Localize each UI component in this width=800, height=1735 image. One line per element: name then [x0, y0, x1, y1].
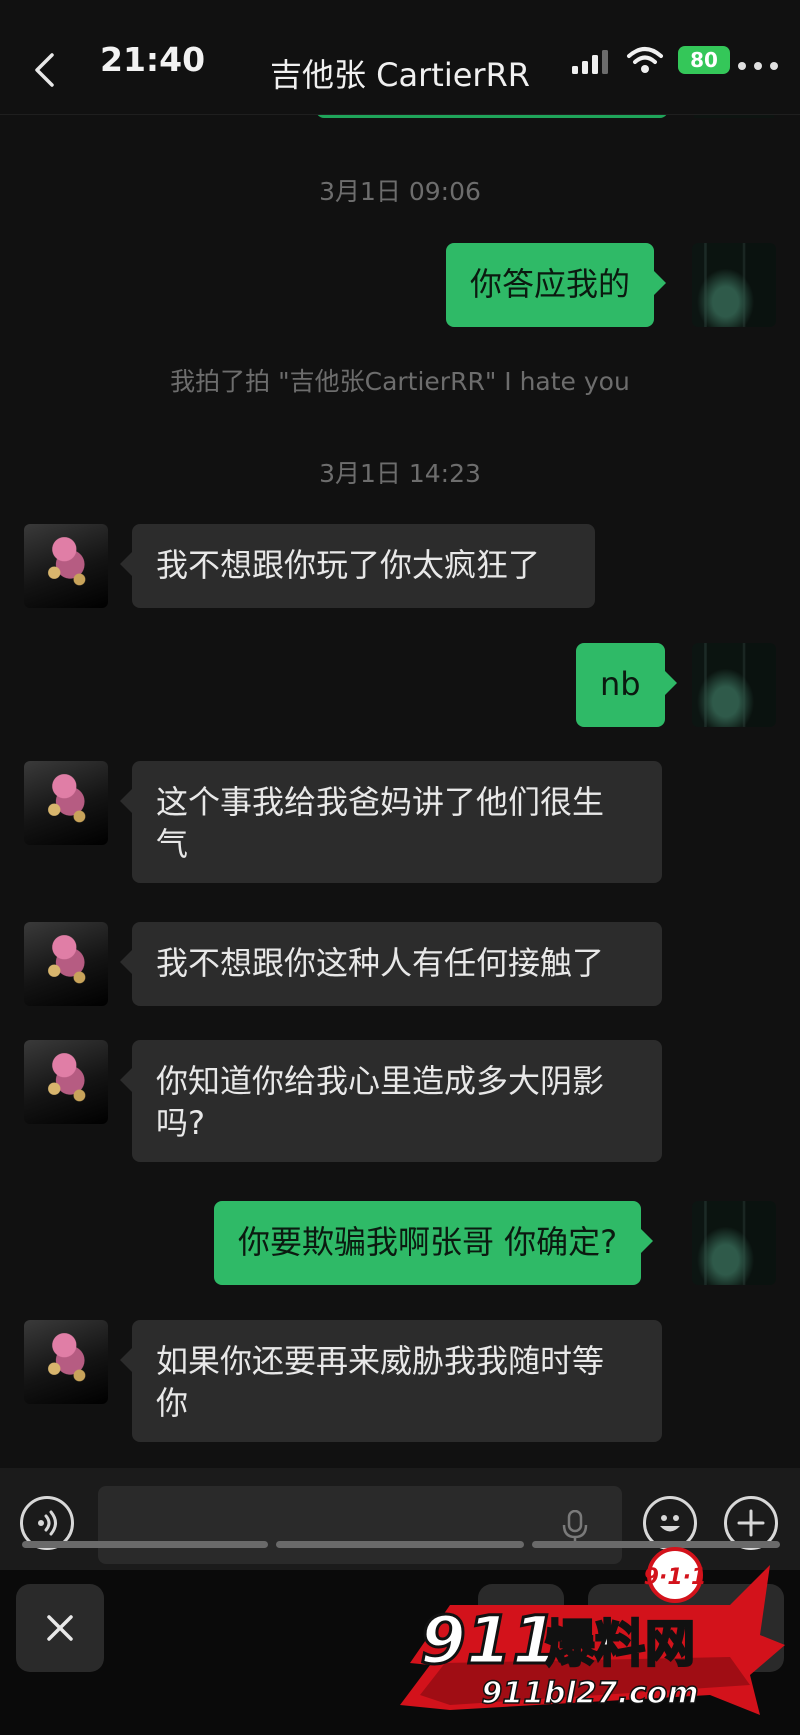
- incoming-message[interactable]: 如果你还要再来威胁我我随时等 你: [120, 1320, 662, 1442]
- signal-icon: [572, 50, 608, 74]
- incoming-message[interactable]: 这个事我给我爸妈讲了他们很生 气: [120, 761, 662, 883]
- message-line: 你: [156, 1384, 189, 1422]
- voice-icon: [38, 1510, 57, 1536]
- my-avatar[interactable]: [692, 243, 776, 327]
- friend-avatar[interactable]: [24, 922, 108, 1006]
- message-timestamp: 3月1日 09:06: [319, 177, 481, 206]
- message-timestamp: 3月1日 14:23: [319, 459, 481, 488]
- more-button[interactable]: [734, 52, 784, 82]
- message-line: 吗?: [156, 1104, 205, 1142]
- outgoing-message[interactable]: nb: [576, 643, 677, 727]
- close-icon: [47, 1615, 73, 1641]
- watermark-logo: 9·1·1 911 爆料网 911bl27.com: [400, 1547, 785, 1715]
- friend-avatar[interactable]: [24, 524, 108, 608]
- incoming-message[interactable]: 我不想跟你这种人有任何接触了: [120, 922, 662, 1006]
- watermark-badge: 9·1·1: [644, 1565, 707, 1590]
- friend-avatar[interactable]: [24, 1320, 108, 1404]
- emoji-icon: [660, 1515, 680, 1532]
- friend-avatar[interactable]: [24, 761, 108, 845]
- wifi-icon: [627, 47, 663, 73]
- watermark-brand: 爆料网: [545, 1615, 695, 1673]
- back-button[interactable]: [24, 44, 64, 96]
- watermark-url: 911bl27.com: [481, 1676, 698, 1711]
- my-avatar[interactable]: [692, 1201, 776, 1285]
- more-icon: [738, 62, 778, 70]
- pat-notice: 我拍了拍 "吉他张CartierRR" I hate you: [170, 367, 630, 396]
- video-progress-segment: [22, 1541, 268, 1548]
- incoming-message[interactable]: 你知道你给我心里造成多大阴影 吗?: [120, 1040, 662, 1162]
- message-line: 你知道你给我心里造成多大阴影: [156, 1062, 605, 1100]
- status-time: 21:40: [100, 40, 206, 79]
- watermark-number: 911: [420, 1602, 558, 1679]
- message-line: 这个事我给我爸妈讲了他们很生: [156, 783, 605, 821]
- my-avatar[interactable]: [692, 643, 776, 727]
- chevron-left-icon: [35, 53, 54, 87]
- outgoing-message[interactable]: 你要欺骗我啊张哥 你确定?: [214, 1201, 654, 1285]
- friend-avatar[interactable]: [24, 1040, 108, 1124]
- mic-icon[interactable]: [560, 1510, 590, 1544]
- message-line: 如果你还要再来威胁我我随时等: [156, 1342, 605, 1380]
- incoming-message[interactable]: 我不想跟你玩了你太疯狂了: [120, 524, 595, 608]
- outgoing-message[interactable]: 你答应我的: [446, 243, 667, 327]
- plus-icon: [737, 1509, 765, 1537]
- message-line: 气: [156, 825, 189, 863]
- battery-indicator: 80: [678, 46, 730, 74]
- chat-title: 吉他张 CartierRR: [270, 56, 531, 94]
- status-bar: 21:40 吉他张 CartierRR 80: [0, 0, 800, 115]
- close-button[interactable]: [16, 1584, 104, 1672]
